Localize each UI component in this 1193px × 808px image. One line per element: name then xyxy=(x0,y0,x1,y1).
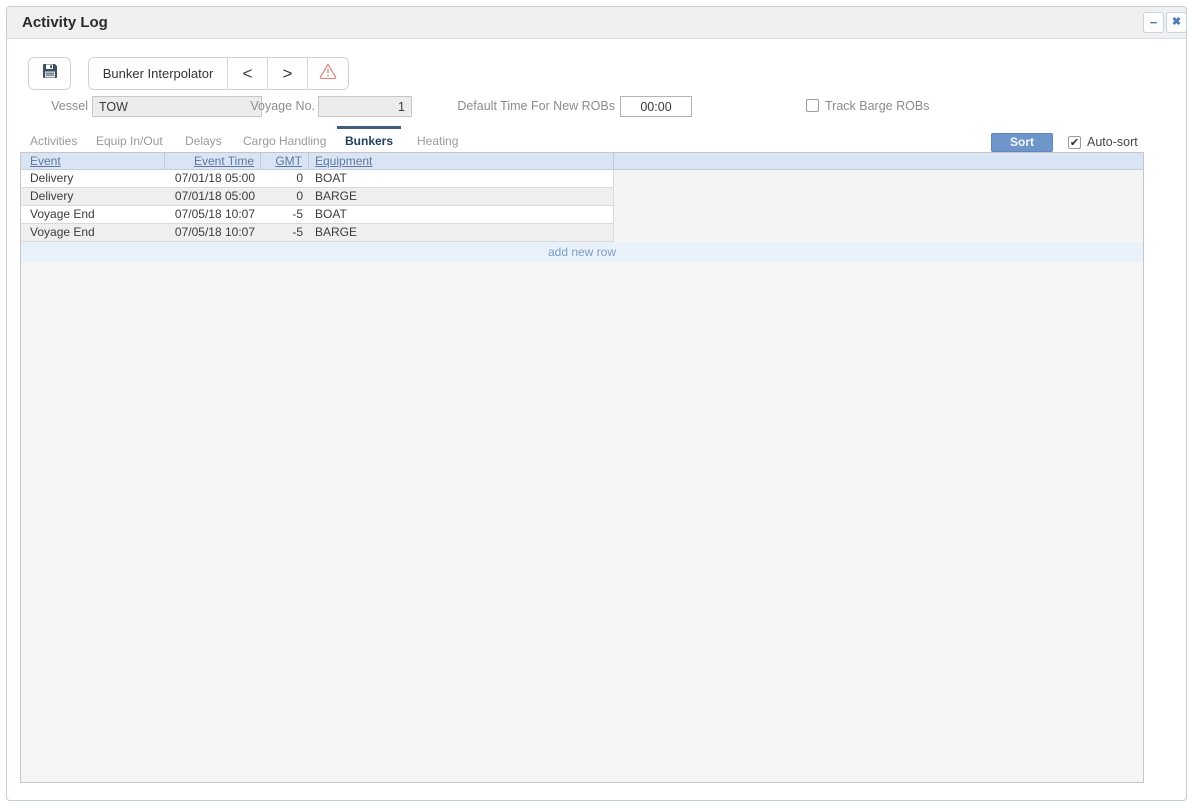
cell-gmt[interactable]: 0 xyxy=(261,170,309,187)
add-new-row-link[interactable]: add new row xyxy=(548,245,616,259)
bunkers-grid: Event Event Time GMT Equipment Delivery … xyxy=(20,152,1144,783)
cell-equipment[interactable]: BARGE xyxy=(309,224,599,241)
voyage-no-label: Voyage No. xyxy=(215,96,315,117)
prev-button[interactable]: < xyxy=(228,58,268,89)
table-row[interactable]: Delivery 07/01/18 05:00 0 BOAT xyxy=(21,170,614,188)
activity-log-window: Activity Log − ✖ Bunker Interpolator < > xyxy=(6,6,1187,801)
sort-button[interactable]: Sort xyxy=(991,133,1053,152)
grid-header-filler xyxy=(614,153,1143,169)
warnings-button[interactable] xyxy=(308,58,348,89)
tab-heating[interactable]: Heating xyxy=(409,126,466,152)
cell-event[interactable]: Delivery xyxy=(21,188,165,205)
close-icon: ✖ xyxy=(1172,16,1181,28)
titlebar: Activity Log − ✖ xyxy=(7,7,1186,39)
tab-delays[interactable]: Delays xyxy=(177,126,230,152)
cell-gmt[interactable]: -5 xyxy=(261,224,309,241)
table-row[interactable]: Voyage End 07/05/18 10:07 -5 BOAT xyxy=(21,206,614,224)
auto-sort-label: Auto-sort xyxy=(1087,135,1138,150)
save-button[interactable] xyxy=(28,57,71,90)
cell-equipment[interactable]: BOAT xyxy=(309,170,599,187)
column-header-event-time[interactable]: Event Time xyxy=(165,153,261,169)
tab-cargo-handling[interactable]: Cargo Handling xyxy=(235,126,334,152)
add-row-strip: add new row xyxy=(21,242,1143,262)
cell-event[interactable]: Voyage End xyxy=(21,224,165,241)
tab-activities[interactable]: Activities xyxy=(22,126,85,152)
minimize-button[interactable]: − xyxy=(1143,12,1164,33)
table-row[interactable]: Voyage End 07/05/18 10:07 -5 BARGE xyxy=(21,224,614,242)
cell-equipment[interactable]: BOAT xyxy=(309,206,599,223)
track-barge-robs-label: Track Barge ROBs xyxy=(825,99,929,114)
table-row[interactable]: Delivery 07/01/18 05:00 0 BARGE xyxy=(21,188,614,206)
cell-event-time[interactable]: 07/05/18 10:07 xyxy=(165,224,261,241)
tab-bunkers[interactable]: Bunkers xyxy=(337,126,401,152)
checkbox-check-icon: ✔ xyxy=(1070,137,1079,149)
grid-header-row: Event Event Time GMT Equipment xyxy=(21,153,1143,170)
chevron-right-icon: > xyxy=(283,64,293,84)
grid-empty-area xyxy=(21,262,1143,782)
cell-event[interactable]: Voyage End xyxy=(21,206,165,223)
column-header-equipment[interactable]: Equipment xyxy=(309,153,614,169)
auto-sort-checkbox[interactable]: ✔ xyxy=(1068,136,1081,149)
tab-equip-in-out[interactable]: Equip In/Out xyxy=(88,126,171,152)
chevron-left-icon: < xyxy=(243,64,253,84)
cell-gmt[interactable]: -5 xyxy=(261,206,309,223)
save-icon xyxy=(41,62,59,85)
default-time-label: Default Time For New ROBs xyxy=(415,96,615,117)
vessel-label: Vessel xyxy=(28,96,88,117)
cell-event-time[interactable]: 07/01/18 05:00 xyxy=(165,188,261,205)
cell-event[interactable]: Delivery xyxy=(21,170,165,187)
minimize-icon: − xyxy=(1150,15,1158,30)
cell-event-time[interactable]: 07/05/18 10:07 xyxy=(165,206,261,223)
close-button[interactable]: ✖ xyxy=(1166,12,1187,33)
column-header-event[interactable]: Event xyxy=(21,153,165,169)
grid-row-filler xyxy=(614,170,1143,242)
next-button[interactable]: > xyxy=(268,58,308,89)
track-barge-robs-checkbox[interactable] xyxy=(806,99,819,112)
cell-gmt[interactable]: 0 xyxy=(261,188,309,205)
toolbar-button-group: Bunker Interpolator < > xyxy=(88,57,349,90)
window-title: Activity Log xyxy=(22,7,108,38)
column-header-gmt[interactable]: GMT xyxy=(261,153,309,169)
warning-icon xyxy=(318,62,338,85)
cell-equipment[interactable]: BARGE xyxy=(309,188,599,205)
voyage-no-input[interactable] xyxy=(318,96,412,117)
default-time-input[interactable] xyxy=(620,96,692,117)
bunker-interpolator-button[interactable]: Bunker Interpolator xyxy=(89,58,228,89)
cell-event-time[interactable]: 07/01/18 05:00 xyxy=(165,170,261,187)
